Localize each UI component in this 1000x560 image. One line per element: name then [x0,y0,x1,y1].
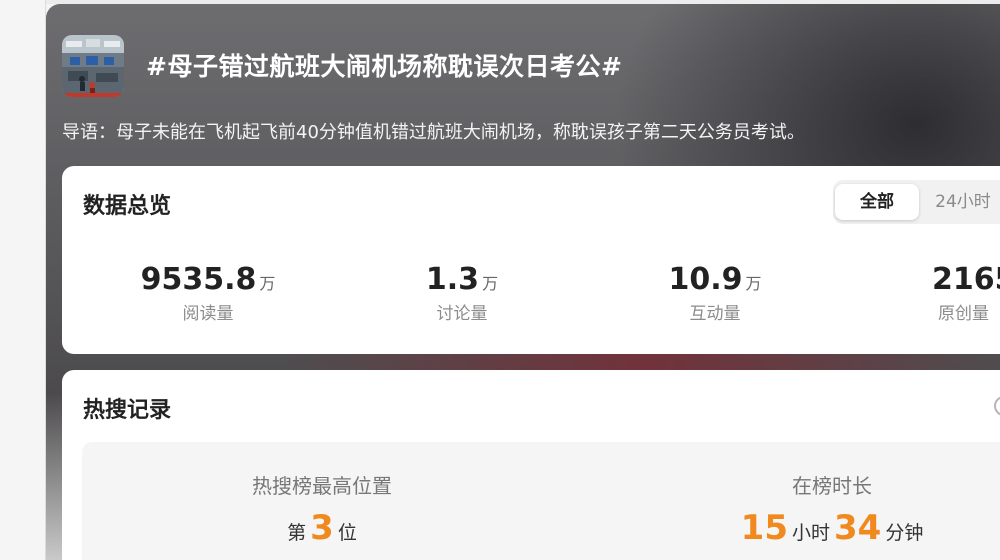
overview-title: 数据总览 [83,194,172,219]
stat-label: 阅读量 [182,304,234,324]
stat-label: 原创量 [938,304,989,324]
hot-search-title: 热搜记录 [83,398,172,423]
duration-hours-unit: 小时 [791,522,830,544]
left-gutter [0,0,46,560]
peak-rank-label: 热搜榜最高位置 [252,474,392,498]
duration-label: 在榜时长 [792,474,872,498]
duration-minutes: 34 [834,508,882,548]
peak-rank-value: 第3位 [182,508,462,548]
stat-value: 10.9 [668,262,743,297]
topic-detail-panel: #母子错过航班大闹机场称耽误次日考公# 导语：母子未能在飞机起飞前40分钟值机错… [46,4,1000,560]
stat-unit: 万 [482,274,499,293]
tab-all[interactable]: 全部 [835,184,919,220]
topic-thumbnail[interactable] [62,35,124,97]
stat-reads: 9535.8 万 阅读量 [98,262,318,324]
time-range-switch: 全部 24小时 [833,180,1000,224]
stat-interactions: 10.9 万 互动量 [605,262,825,324]
stat-value: 2165 [932,262,1000,297]
stat-value: 9535.8 [140,262,257,297]
peak-rank-number: 3 [310,508,334,548]
tab-24h[interactable]: 24小时 [923,184,1000,220]
airport-photo-image [62,35,124,97]
stat-discussions: 1.3 万 讨论量 [352,262,572,324]
topic-header: #母子错过航班大闹机场称耽误次日考公# [62,35,992,97]
stat-originals: 2165 原创量 [858,262,1000,324]
info-icon[interactable] [994,396,1000,416]
peak-rank-prefix: 第 [287,522,307,544]
topic-intro: 导语：母子未能在飞机起飞前40分钟值机错过航班大闹机场，称耽误孩子第二天公务员考… [62,122,805,143]
duration-value: 15 小时 34 分钟 [702,508,962,548]
stat-label: 互动量 [689,304,741,324]
stat-value: 1.3 [425,262,480,297]
data-overview-card: 数据总览 全部 24小时 9535.8 万 阅读量 1.3 万 讨论量 10.9 万 … [62,166,1000,354]
stat-label: 讨论量 [436,304,488,324]
duration-minutes-unit: 分钟 [885,522,924,544]
hot-search-record-panel: 热搜榜最高位置 第3位 在榜时长 15 小时 34 分钟 [82,442,1000,560]
duration-hours: 15 [740,508,788,548]
hot-search-record-card: 热搜记录 热搜榜最高位置 第3位 在榜时长 15 小时 34 分钟 [62,370,1000,560]
topic-title: #母子错过航班大闹机场称耽误次日考公# [146,52,623,81]
peak-rank-suffix: 位 [337,522,357,544]
stat-unit: 万 [259,274,276,293]
stat-unit: 万 [745,274,762,293]
